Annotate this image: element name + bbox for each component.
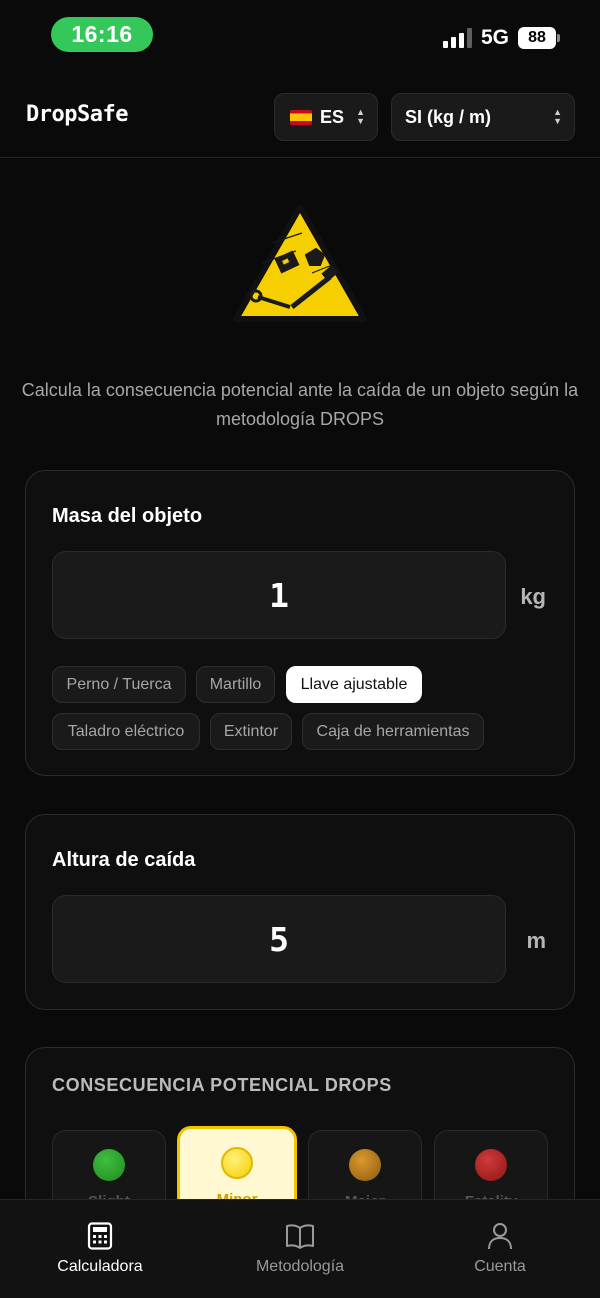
status-indicators: 5G 88 [442, 26, 560, 50]
orange-indicator-icon [349, 1149, 381, 1181]
green-indicator-icon [93, 1149, 125, 1181]
preset-chip-martillo[interactable]: Martillo [196, 666, 275, 703]
intro-text: Calcula la consecuencia potencial ante l… [21, 380, 579, 429]
preset-chip-extintor[interactable]: Extintor [210, 713, 292, 750]
tab-cuenta[interactable]: Cuenta [420, 1222, 580, 1276]
brand-logo: DropSafe [26, 102, 128, 127]
network-type: 5G [480, 26, 509, 49]
preset-chip-caja-herramientas[interactable]: Caja de herramientas [302, 713, 484, 750]
tab-label: Metodología [255, 1258, 345, 1275]
battery-icon: 88 [518, 27, 560, 49]
height-card: Altura de caída 5 m [25, 814, 575, 1010]
book-icon [286, 1224, 314, 1249]
height-title: Altura de caída [52, 849, 196, 871]
status-time: 16:16 [51, 17, 153, 52]
mass-card: Masa del objeto 1 kg Perno / Tuerca Mart… [25, 470, 575, 776]
signal-icon [442, 28, 472, 48]
preset-chip-llave-ajustable[interactable]: Llave ajustable [286, 666, 422, 703]
bottom-tab-bar: Calculadora Metodología Cuenta [0, 1199, 600, 1298]
app-header: DropSafe ES ▲ ▼ SI (kg / m) ▲ ▼ [0, 80, 600, 158]
tab-label: Cuenta [474, 1258, 526, 1275]
units-select[interactable]: SI (kg / m) ▲ ▼ [391, 93, 575, 141]
tab-calculadora[interactable]: Calculadora [20, 1222, 180, 1276]
user-icon [488, 1223, 512, 1250]
units-value: SI (kg / m) [405, 106, 492, 127]
language-value: ES [320, 106, 345, 127]
mass-input[interactable]: 1 [52, 551, 506, 639]
calculator-icon [87, 1222, 113, 1250]
battery-level: 88 [518, 27, 556, 49]
height-input[interactable]: 5 [52, 895, 506, 983]
chevron-updown-icon: ▲ ▼ [356, 107, 365, 126]
consequence-title: CONSECUENCIA POTENCIAL DROPS [52, 1075, 392, 1095]
chevron-updown-icon: ▲ ▼ [553, 107, 562, 126]
spain-flag-icon [290, 109, 312, 125]
language-select[interactable]: ES ▲ ▼ [274, 93, 378, 141]
tab-metodologia[interactable]: Metodología [220, 1222, 380, 1276]
tab-label: Calculadora [57, 1258, 143, 1275]
mass-unit: kg [520, 584, 546, 609]
height-unit: m [526, 928, 546, 953]
mass-title: Masa del objeto [52, 505, 203, 527]
preset-chip-perno[interactable]: Perno / Tuerca [52, 666, 186, 703]
red-indicator-icon [475, 1149, 507, 1181]
yellow-indicator-icon [221, 1147, 253, 1179]
preset-chip-taladro[interactable]: Taladro eléctrico [52, 713, 200, 750]
falling-objects-warning-icon [233, 204, 367, 322]
